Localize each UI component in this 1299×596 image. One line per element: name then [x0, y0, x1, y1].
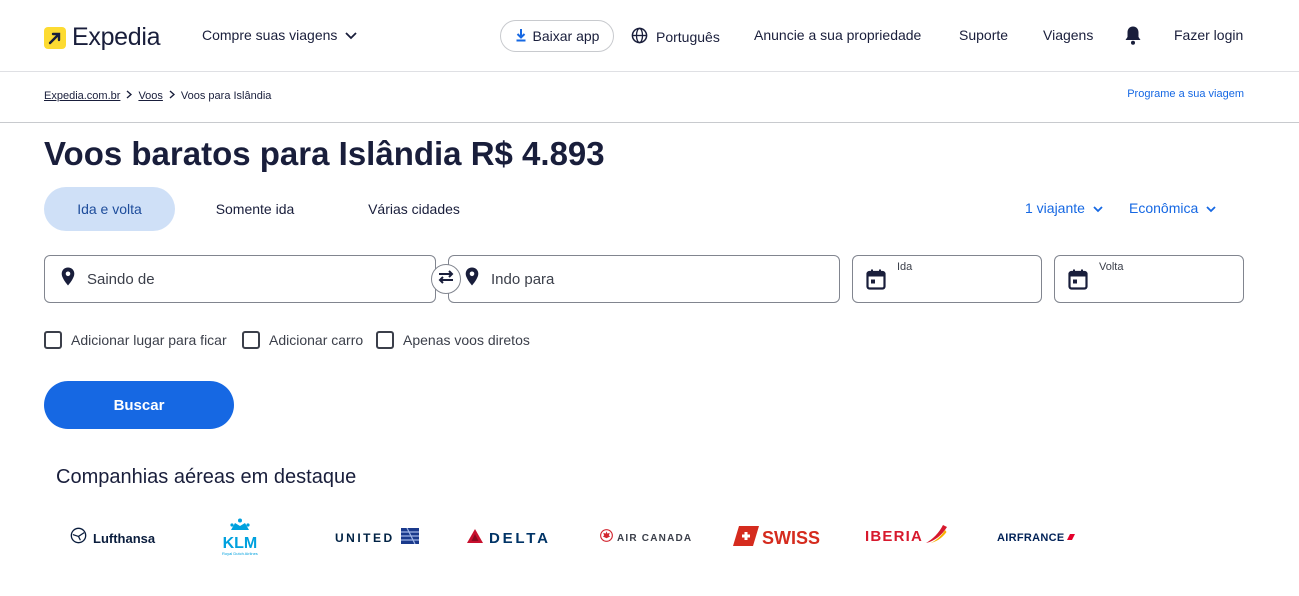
swiss-tail-icon [733, 525, 759, 551]
travelers-dropdown[interactable]: 1 viajante [1025, 200, 1103, 216]
united-globe-icon [400, 527, 419, 549]
airline-logo-lufthansa[interactable]: Lufthansa [70, 520, 155, 556]
page-title: Voos baratos para Islândia R$ 4.893 [44, 135, 605, 172]
klm-subtext: Royal Dutch Airlines [222, 551, 258, 556]
airline-logo-delta[interactable]: DELTA [467, 520, 551, 556]
destination-placeholder: Indo para [491, 270, 555, 288]
shop-travel-menu[interactable]: Compre suas viagens [202, 27, 358, 43]
airline-logo-air-france[interactable]: AIRFRANCE [997, 520, 1076, 556]
add-car-checkbox[interactable]: Adicionar carro [242, 331, 363, 349]
search-button[interactable]: Buscar [44, 381, 234, 429]
iberia-wing-icon [923, 523, 948, 550]
location-pin-icon [465, 267, 479, 291]
tab-multi-city[interactable]: Várias cidades [352, 187, 476, 231]
expedia-logo-icon [44, 26, 66, 49]
chevron-down-icon [1206, 200, 1216, 216]
united-wordmark: UNITED [335, 531, 395, 545]
calendar-icon [866, 269, 886, 295]
cabin-class-label: Econômica [1129, 200, 1199, 216]
add-stay-label: Adicionar lugar para ficar [71, 332, 227, 348]
return-date-field[interactable]: Volta [1054, 255, 1244, 303]
globe-icon [631, 27, 648, 47]
delta-wordmark: DELTA [489, 529, 551, 547]
divider [0, 122, 1299, 123]
checkbox-box[interactable] [44, 331, 62, 349]
airline-logo-iberia[interactable]: IBERIA [865, 518, 948, 554]
chevron-right-icon [169, 90, 175, 102]
lufthansa-wordmark: Lufthansa [93, 530, 156, 546]
breadcrumb-home[interactable]: Expedia.com.br [44, 90, 120, 102]
login-link[interactable]: Fazer login [1174, 27, 1243, 43]
iberia-wordmark: IBERIA [865, 527, 924, 545]
destination-field[interactable]: Indo para [448, 255, 840, 303]
download-app-button[interactable]: Baixar app [500, 20, 614, 52]
plan-trip-link[interactable]: Programe a sua viagem [1127, 88, 1244, 100]
swap-arrows-icon [437, 269, 455, 290]
shop-travel-label: Compre suas viagens [202, 27, 338, 43]
chevron-down-icon [345, 27, 358, 43]
chevron-down-icon [1093, 200, 1103, 216]
maple-leaf-icon [600, 529, 613, 547]
logo-text: Expedia [72, 23, 161, 51]
klm-wordmark: KLM [222, 535, 258, 552]
notifications-bell-icon[interactable] [1124, 25, 1142, 51]
featured-airlines-title: Companhias aéreas em destaque [56, 466, 357, 488]
delta-widget-icon [467, 528, 483, 548]
direct-flights-label: Apenas voos diretos [403, 332, 530, 348]
swap-locations-button[interactable] [431, 264, 461, 294]
depart-label: Ida [897, 261, 913, 273]
travelers-label: 1 viajante [1025, 200, 1085, 216]
origin-placeholder: Saindo de [87, 270, 155, 288]
depart-date-field[interactable]: Ida [852, 255, 1042, 303]
air-france-stripe-icon [1066, 529, 1076, 547]
breadcrumb: Expedia.com.br Voos Voos para Islândia [44, 90, 271, 102]
airline-logo-air-canada[interactable]: AIR CANADA [600, 520, 692, 556]
top-header: Expedia Compre suas viagens Baixar app P… [0, 0, 1299, 72]
download-app-label: Baixar app [532, 28, 600, 44]
add-car-label: Adicionar carro [269, 332, 364, 348]
checkbox-box[interactable] [376, 331, 394, 349]
origin-field[interactable]: Saindo de [44, 255, 436, 303]
klm-crown-icon [227, 518, 253, 536]
calendar-icon [1068, 269, 1088, 295]
tab-round-trip[interactable]: Ida e volta [44, 187, 175, 231]
chevron-right-icon [126, 90, 133, 102]
return-label: Volta [1099, 261, 1124, 273]
air-france-wordmark: AIRFRANCE [997, 532, 1065, 544]
add-stay-checkbox[interactable]: Adicionar lugar para ficar [44, 331, 227, 349]
checkbox-box[interactable] [242, 331, 260, 349]
location-pin-icon [61, 267, 75, 291]
air-canada-wordmark: AIR CANADA [617, 532, 693, 544]
download-icon [515, 28, 527, 45]
breadcrumb-flights[interactable]: Voos [138, 90, 162, 102]
swiss-wordmark: SWISS [762, 527, 821, 548]
expedia-logo[interactable]: Expedia [44, 23, 161, 52]
airline-logo-united[interactable]: UNITED [335, 520, 419, 556]
language-label: Português [656, 29, 720, 45]
cabin-class-dropdown[interactable]: Econômica [1129, 200, 1216, 216]
tab-one-way[interactable]: Somente ida [196, 187, 314, 231]
support-link[interactable]: Suporte [959, 27, 1008, 43]
lufthansa-crane-icon [70, 527, 87, 549]
language-selector[interactable]: Português [631, 27, 720, 47]
airline-logo-klm[interactable]: KLM Royal Dutch Airlines [222, 518, 258, 556]
direct-flights-checkbox[interactable]: Apenas voos diretos [376, 331, 530, 349]
breadcrumb-current: Voos para Islândia [180, 90, 272, 102]
list-property-link[interactable]: Anuncie a sua propriedade [754, 27, 921, 43]
airline-logo-swiss[interactable]: SWISS [733, 520, 820, 556]
trips-link[interactable]: Viagens [1043, 27, 1093, 43]
